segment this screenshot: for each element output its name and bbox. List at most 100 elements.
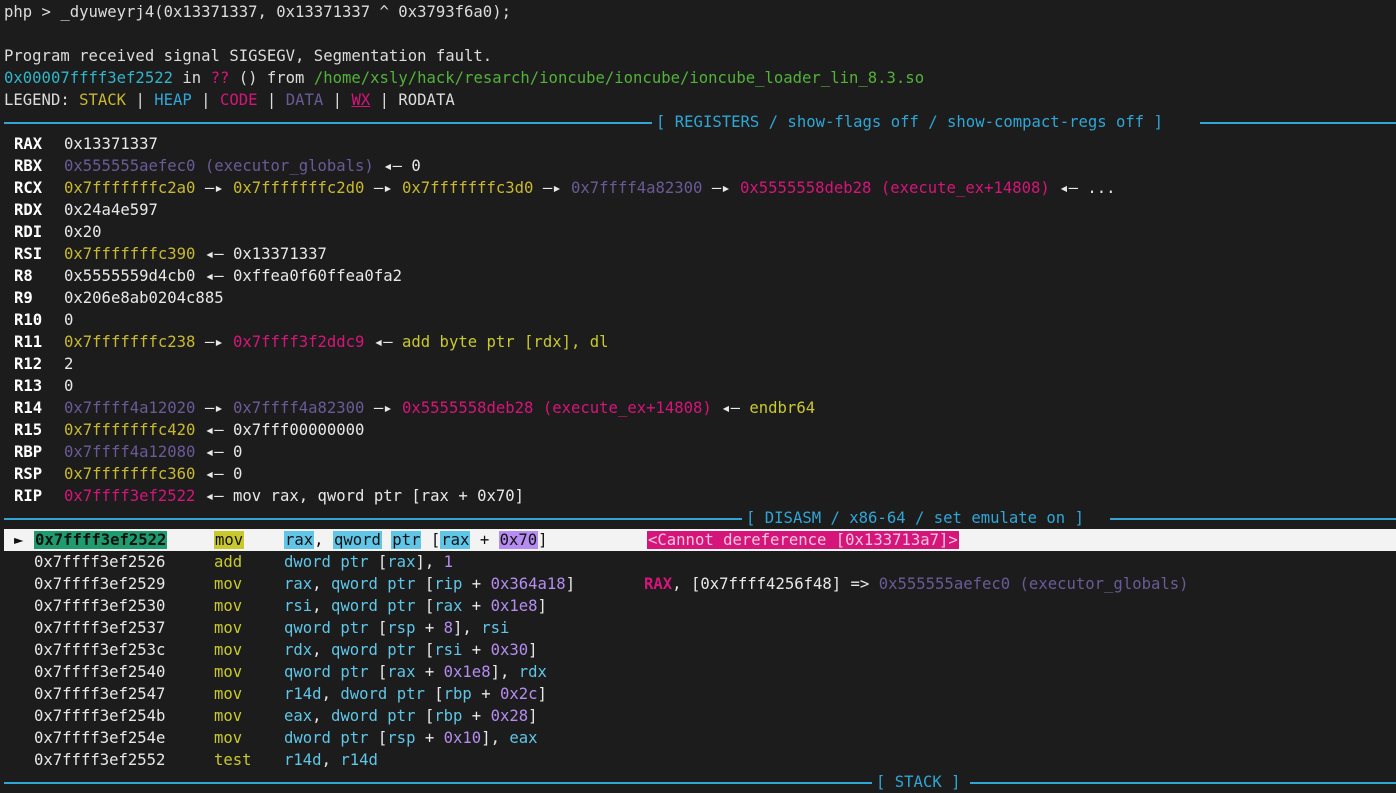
register-value-part: —▸ [195,333,233,351]
instruction-operands: r14d, r14d [284,751,378,769]
register-value-rip[interactable]: 0x7ffff3ef2522 ◂— mov rax, qword ptr [ra… [64,485,524,507]
register-value-part: 0x7fffffffc238 [64,333,196,351]
register-value-rdi[interactable]: 0x20 [64,221,102,243]
fault-from: () from [229,69,314,87]
fault-unknown-symbol: ?? [210,69,230,87]
terminal-window[interactable]: php > _dyuweyrj4(0x13371337, 0x13371337 … [0,0,1396,793]
register-name-rsi: RSI [14,245,43,263]
instruction-address: 0x7ffff3ef254b [34,707,166,725]
rule-line [1110,518,1396,520]
instruction-mnemonic: mov [214,619,243,637]
legend-sep: | [370,91,399,109]
register-value-part: 0x7fffffffc2a0 [64,179,196,197]
legend-sep: | [257,91,286,109]
register-value-r9[interactable]: 0x206e8ab0204c885 [64,287,224,309]
register-value-part: 0x24a4e597 [64,201,158,219]
register-name-r9: R9 [14,289,33,307]
register-name-r10: R10 [14,311,43,329]
instruction-operands: dword ptr [rax], 1 [284,553,454,571]
register-value-part: —▸ [364,399,402,417]
register-value-rsi[interactable]: 0x7fffffffc390 ◂— 0x13371337 [64,243,327,265]
legend-code: CODE [219,91,258,109]
instruction-operands: qword ptr [rax + 0x1e8], rdx [284,663,547,681]
register-name-r12: R12 [14,355,43,373]
instruction-mnemonic: mov [214,685,243,703]
instruction-operands: eax, dword ptr [rbp + 0x28] [284,707,538,725]
register-value-part: —▸ [702,179,740,197]
register-value-r12[interactable]: 2 [64,353,73,375]
fault-location: 0x00007ffff3ef2522 in ?? () from /home/x… [4,67,924,89]
register-value-r10[interactable]: 0 [64,309,73,331]
register-value-part: 0x7fffffffc360 [64,465,196,483]
register-value-part: 0x555555aefec0 (executor_globals) [64,157,374,175]
register-value-part: 0x7ffff4a12020 [64,399,196,417]
register-value-part: ◂— 0x7fff00000000 [195,421,365,439]
fault-in: in [173,69,211,87]
register-value-part: —▸ [195,399,233,417]
fault-address: 0x00007ffff3ef2522 [4,69,173,87]
legend-rodata: RODATA [398,91,455,109]
register-value-part: ◂— 0xffea0f60ffea0fa2 [195,267,402,285]
register-value-part: 0x5555558deb28 (execute_ex+14808) [402,399,712,417]
instruction-address: 0x7ffff3ef2552 [34,751,166,769]
register-value-rcx[interactable]: 0x7fffffffc2a0 —▸ 0x7fffffffc2d0 —▸ 0x7f… [64,177,1116,199]
registers-header: [ REGISTERS / show-flags off / show-comp… [4,111,1396,133]
stack-title: [ STACK ] [874,771,963,793]
register-value-part: 0x7fffffffc390 [64,245,196,263]
rule-line [4,122,652,124]
register-value-part: 0x7ffff4a12080 [64,443,196,461]
register-value-rsp[interactable]: 0x7fffffffc360 ◂— 0 [64,463,242,485]
instruction-mnemonic: mov [214,597,243,615]
register-name-rax: RAX [14,135,43,153]
instruction-address: 0x7ffff3ef2547 [34,685,166,703]
register-value-part: —▸ [195,179,233,197]
rule-line [4,518,742,520]
register-name-rcx: RCX [14,179,43,197]
register-value-r14[interactable]: 0x7ffff4a12020 —▸ 0x7ffff4a82300 —▸ 0x55… [64,397,815,419]
instruction-address: 0x7ffff3ef2537 [34,619,166,637]
register-name-r8: R8 [14,267,33,285]
registers-title: [ REGISTERS / show-flags off / show-comp… [654,111,1165,133]
current-instruction-row[interactable]: ► 0x7ffff3ef2522 mov rax, qword ptr [rax… [4,529,1396,551]
signal-message: Program received signal SIGSEGV, Segment… [4,47,493,65]
register-value-part: 0 [64,311,74,329]
legend-data: DATA [285,91,324,109]
disasm-header: [ DISASM / x86-64 / set emulate on ] [4,507,1396,529]
register-value-part: 0x20 [64,223,102,241]
legend-label: LEGEND: [4,91,80,109]
register-name-rbp: RBP [14,443,43,461]
legend-heap: HEAP [154,91,192,109]
instruction-operands: rsi, qword ptr [rax + 0x1e8] [284,597,547,615]
register-value-part: ◂— 0x13371337 [195,245,327,263]
instruction-address: 0x7ffff3ef254e [34,729,166,747]
register-name-r13: R13 [14,377,43,395]
disasm-title: [ DISASM / x86-64 / set emulate on ] [744,507,1086,529]
register-value-part: 0x7ffff3ef2522 [64,487,196,505]
register-value-r15[interactable]: 0x7fffffffc420 ◂— 0x7fff00000000 [64,419,364,441]
register-value-part: 0x7ffff3f2ddc9 [233,333,365,351]
register-value-part: 0x7fffffffc420 [64,421,196,439]
instruction-operands: r14d, dword ptr [rbp + 0x2c] [284,685,547,703]
register-value-rdx[interactable]: 0x24a4e597 [64,199,158,221]
legend: LEGEND: STACK | HEAP | CODE | DATA | WX … [4,89,455,111]
rule-line [1200,122,1396,124]
register-value-rbx[interactable]: 0x555555aefec0 (executor_globals) ◂— 0 [64,155,421,177]
register-value-part: endbr64 [749,399,816,417]
register-value-rax[interactable]: 0x13371337 [64,133,158,155]
register-value-r8[interactable]: 0x5555559d4cb0 ◂— 0xffea0f60ffea0fa2 [64,265,402,287]
register-value-part: ◂— [711,399,750,417]
legend-sep: | [323,91,352,109]
register-value-part: ◂— 0 [195,443,243,461]
register-value-r11[interactable]: 0x7fffffffc238 —▸ 0x7ffff3f2ddc9 ◂— add … [64,331,609,353]
current-instruction-address: 0x7ffff3ef2522 [34,531,168,549]
register-value-r13[interactable]: 0 [64,375,73,397]
register-value-rbp[interactable]: 0x7ffff4a12080 ◂— 0 [64,441,242,463]
legend-stack: STACK [79,91,127,109]
register-value-part: add byte ptr [rdx], dl [402,333,609,351]
instruction-mnemonic: mov [214,575,243,593]
instruction-operands: qword ptr [rsp + 8], rsi [284,619,510,637]
register-value-part: 0x7ffff4a82300 [571,179,703,197]
legend-wx: WX [351,91,371,109]
instruction-mnemonic: mov [214,729,243,747]
register-name-rip: RIP [14,487,43,505]
